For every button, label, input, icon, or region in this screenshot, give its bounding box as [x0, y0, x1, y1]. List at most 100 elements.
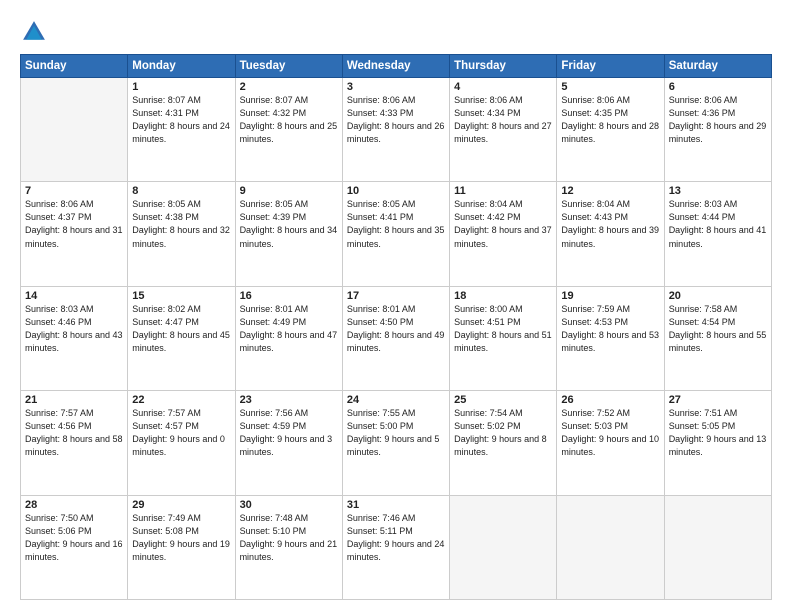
day-number: 14	[25, 290, 123, 302]
day-info: Sunrise: 8:06 AMSunset: 4:33 PMDaylight:…	[347, 94, 445, 146]
calendar-cell: 13 Sunrise: 8:03 AMSunset: 4:44 PMDaylig…	[664, 182, 771, 286]
calendar-cell: 11 Sunrise: 8:04 AMSunset: 4:42 PMDaylig…	[450, 182, 557, 286]
day-info: Sunrise: 8:06 AMSunset: 4:34 PMDaylight:…	[454, 94, 552, 146]
day-info: Sunrise: 7:57 AMSunset: 4:57 PMDaylight:…	[132, 407, 230, 459]
day-info: Sunrise: 7:54 AMSunset: 5:02 PMDaylight:…	[454, 407, 552, 459]
day-number: 31	[347, 499, 445, 511]
day-info: Sunrise: 8:06 AMSunset: 4:36 PMDaylight:…	[669, 94, 767, 146]
day-info: Sunrise: 8:06 AMSunset: 4:37 PMDaylight:…	[25, 198, 123, 250]
calendar-cell	[664, 495, 771, 599]
weekday-header-monday: Monday	[128, 55, 235, 78]
calendar-cell: 1 Sunrise: 8:07 AMSunset: 4:31 PMDayligh…	[128, 78, 235, 182]
calendar-cell: 28 Sunrise: 7:50 AMSunset: 5:06 PMDaylig…	[21, 495, 128, 599]
day-number: 1	[132, 81, 230, 93]
day-info: Sunrise: 8:00 AMSunset: 4:51 PMDaylight:…	[454, 303, 552, 355]
calendar-cell: 6 Sunrise: 8:06 AMSunset: 4:36 PMDayligh…	[664, 78, 771, 182]
calendar-week-0: 1 Sunrise: 8:07 AMSunset: 4:31 PMDayligh…	[21, 78, 772, 182]
day-info: Sunrise: 8:02 AMSunset: 4:47 PMDaylight:…	[132, 303, 230, 355]
day-info: Sunrise: 8:07 AMSunset: 4:31 PMDaylight:…	[132, 94, 230, 146]
calendar-cell: 12 Sunrise: 8:04 AMSunset: 4:43 PMDaylig…	[557, 182, 664, 286]
day-number: 28	[25, 499, 123, 511]
calendar-cell: 31 Sunrise: 7:46 AMSunset: 5:11 PMDaylig…	[342, 495, 449, 599]
calendar-table: SundayMondayTuesdayWednesdayThursdayFrid…	[20, 54, 772, 600]
day-info: Sunrise: 7:48 AMSunset: 5:10 PMDaylight:…	[240, 512, 338, 564]
calendar-cell: 16 Sunrise: 8:01 AMSunset: 4:49 PMDaylig…	[235, 286, 342, 390]
calendar-cell: 22 Sunrise: 7:57 AMSunset: 4:57 PMDaylig…	[128, 391, 235, 495]
day-number: 26	[561, 394, 659, 406]
day-number: 24	[347, 394, 445, 406]
calendar-cell: 20 Sunrise: 7:58 AMSunset: 4:54 PMDaylig…	[664, 286, 771, 390]
day-info: Sunrise: 7:50 AMSunset: 5:06 PMDaylight:…	[25, 512, 123, 564]
day-number: 20	[669, 290, 767, 302]
weekday-row: SundayMondayTuesdayWednesdayThursdayFrid…	[21, 55, 772, 78]
calendar-cell: 30 Sunrise: 7:48 AMSunset: 5:10 PMDaylig…	[235, 495, 342, 599]
calendar-week-2: 14 Sunrise: 8:03 AMSunset: 4:46 PMDaylig…	[21, 286, 772, 390]
calendar-cell: 2 Sunrise: 8:07 AMSunset: 4:32 PMDayligh…	[235, 78, 342, 182]
calendar-cell: 21 Sunrise: 7:57 AMSunset: 4:56 PMDaylig…	[21, 391, 128, 495]
day-number: 15	[132, 290, 230, 302]
calendar-week-4: 28 Sunrise: 7:50 AMSunset: 5:06 PMDaylig…	[21, 495, 772, 599]
day-number: 19	[561, 290, 659, 302]
day-info: Sunrise: 8:05 AMSunset: 4:41 PMDaylight:…	[347, 198, 445, 250]
calendar-cell: 3 Sunrise: 8:06 AMSunset: 4:33 PMDayligh…	[342, 78, 449, 182]
day-number: 12	[561, 185, 659, 197]
day-info: Sunrise: 7:51 AMSunset: 5:05 PMDaylight:…	[669, 407, 767, 459]
calendar-week-1: 7 Sunrise: 8:06 AMSunset: 4:37 PMDayligh…	[21, 182, 772, 286]
day-info: Sunrise: 8:07 AMSunset: 4:32 PMDaylight:…	[240, 94, 338, 146]
day-number: 30	[240, 499, 338, 511]
day-number: 7	[25, 185, 123, 197]
calendar-cell: 15 Sunrise: 8:02 AMSunset: 4:47 PMDaylig…	[128, 286, 235, 390]
day-number: 3	[347, 81, 445, 93]
day-number: 5	[561, 81, 659, 93]
weekday-header-saturday: Saturday	[664, 55, 771, 78]
day-number: 22	[132, 394, 230, 406]
day-number: 23	[240, 394, 338, 406]
calendar-cell: 18 Sunrise: 8:00 AMSunset: 4:51 PMDaylig…	[450, 286, 557, 390]
calendar-cell: 29 Sunrise: 7:49 AMSunset: 5:08 PMDaylig…	[128, 495, 235, 599]
day-info: Sunrise: 8:05 AMSunset: 4:39 PMDaylight:…	[240, 198, 338, 250]
day-number: 4	[454, 81, 552, 93]
day-number: 9	[240, 185, 338, 197]
calendar-cell: 17 Sunrise: 8:01 AMSunset: 4:50 PMDaylig…	[342, 286, 449, 390]
day-info: Sunrise: 7:52 AMSunset: 5:03 PMDaylight:…	[561, 407, 659, 459]
day-number: 25	[454, 394, 552, 406]
day-number: 29	[132, 499, 230, 511]
day-info: Sunrise: 7:58 AMSunset: 4:54 PMDaylight:…	[669, 303, 767, 355]
calendar-cell: 25 Sunrise: 7:54 AMSunset: 5:02 PMDaylig…	[450, 391, 557, 495]
calendar-cell	[21, 78, 128, 182]
day-info: Sunrise: 7:59 AMSunset: 4:53 PMDaylight:…	[561, 303, 659, 355]
day-info: Sunrise: 7:46 AMSunset: 5:11 PMDaylight:…	[347, 512, 445, 564]
calendar-cell	[450, 495, 557, 599]
day-number: 17	[347, 290, 445, 302]
calendar-cell: 19 Sunrise: 7:59 AMSunset: 4:53 PMDaylig…	[557, 286, 664, 390]
weekday-header-friday: Friday	[557, 55, 664, 78]
calendar-header: SundayMondayTuesdayWednesdayThursdayFrid…	[21, 55, 772, 78]
day-number: 27	[669, 394, 767, 406]
calendar-cell: 9 Sunrise: 8:05 AMSunset: 4:39 PMDayligh…	[235, 182, 342, 286]
day-number: 6	[669, 81, 767, 93]
calendar-body: 1 Sunrise: 8:07 AMSunset: 4:31 PMDayligh…	[21, 78, 772, 600]
day-number: 21	[25, 394, 123, 406]
day-info: Sunrise: 7:57 AMSunset: 4:56 PMDaylight:…	[25, 407, 123, 459]
day-number: 8	[132, 185, 230, 197]
page: SundayMondayTuesdayWednesdayThursdayFrid…	[0, 0, 792, 612]
weekday-header-sunday: Sunday	[21, 55, 128, 78]
day-number: 2	[240, 81, 338, 93]
calendar-cell	[557, 495, 664, 599]
day-info: Sunrise: 7:56 AMSunset: 4:59 PMDaylight:…	[240, 407, 338, 459]
weekday-header-tuesday: Tuesday	[235, 55, 342, 78]
day-info: Sunrise: 8:04 AMSunset: 4:43 PMDaylight:…	[561, 198, 659, 250]
calendar-cell: 8 Sunrise: 8:05 AMSunset: 4:38 PMDayligh…	[128, 182, 235, 286]
day-info: Sunrise: 8:05 AMSunset: 4:38 PMDaylight:…	[132, 198, 230, 250]
calendar-cell: 27 Sunrise: 7:51 AMSunset: 5:05 PMDaylig…	[664, 391, 771, 495]
day-info: Sunrise: 8:01 AMSunset: 4:50 PMDaylight:…	[347, 303, 445, 355]
logo-icon	[20, 18, 48, 46]
day-info: Sunrise: 7:49 AMSunset: 5:08 PMDaylight:…	[132, 512, 230, 564]
header	[20, 18, 772, 46]
calendar-week-3: 21 Sunrise: 7:57 AMSunset: 4:56 PMDaylig…	[21, 391, 772, 495]
day-number: 18	[454, 290, 552, 302]
day-info: Sunrise: 7:55 AMSunset: 5:00 PMDaylight:…	[347, 407, 445, 459]
day-info: Sunrise: 8:04 AMSunset: 4:42 PMDaylight:…	[454, 198, 552, 250]
day-number: 10	[347, 185, 445, 197]
day-number: 13	[669, 185, 767, 197]
